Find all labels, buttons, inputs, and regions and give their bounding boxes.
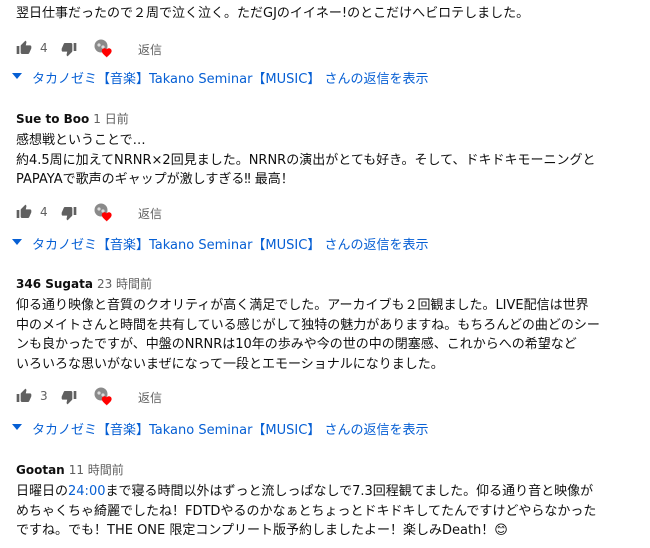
chevron-down-icon <box>12 73 22 79</box>
comment-timestamp[interactable]: 23 時間前 <box>97 277 152 291</box>
thumb-down-icon[interactable] <box>61 205 77 221</box>
like-count: 4 <box>40 204 48 219</box>
comment-text: 日曜日の24:00まで寝る時間以外はずっと流しっぱなしで7.3回程観てました。仰… <box>16 484 597 538</box>
comment-4: Gootan 11 時間前 日曜日の24:00まで寝る時間以外はずっと流しっぱなし… <box>16 462 644 541</box>
comment-2: Sue to Boo 1 日前 感想戦ということで… 約4.5周に加えてNRNR×… <box>16 111 644 224</box>
author-name[interactable]: 346 Sugata <box>16 277 93 291</box>
reply-button[interactable]: 返信 <box>138 205 162 222</box>
thumb-down-icon[interactable] <box>61 389 77 405</box>
chevron-down-icon <box>12 239 22 245</box>
comment-timestamp[interactable]: 11 時間前 <box>69 463 124 477</box>
comment-actions: 4 返信 <box>16 202 644 224</box>
comment-header: Sue to Boo 1 日前 <box>16 111 644 127</box>
comment-1: 翌日仕事だったので２周で泣く泣く。ただGJのイイネー!のとこだけへビロテしました… <box>16 4 644 60</box>
thumb-up-icon[interactable] <box>16 40 32 56</box>
thumb-down-icon[interactable] <box>61 41 77 57</box>
comment-header: Gootan 11 時間前 <box>16 462 644 478</box>
like-count: 3 <box>40 389 48 403</box>
comment-3: 346 Sugata 23 時間前 仰る通り映像と音質のクオリティが高く満足でした… <box>16 276 644 408</box>
comment-text: 感想戦ということで… 約4.5周に加えてNRNR×2回見ました。NRNRの演出が… <box>16 133 596 187</box>
creator-heart-icon <box>94 387 112 406</box>
like-count: 4 <box>40 40 48 55</box>
view-replies-label: タカノゼミ【音楽】Takano Seminar【MUSIC】 さんの返信を表示 <box>32 238 429 253</box>
comment-timestamp[interactable]: 1 日前 <box>93 112 128 126</box>
comment-text: 翌日仕事だったので２周で泣く泣く。ただGJのイイネー!のとこだけへビロテしました… <box>16 6 530 21</box>
view-replies-label: タカノゼミ【音楽】Takano Seminar【MUSIC】 さんの返信を表示 <box>32 72 429 87</box>
thumb-up-icon[interactable] <box>16 204 32 220</box>
chevron-down-icon <box>12 424 22 430</box>
view-replies-label: タカノゼミ【音楽】Takano Seminar【MUSIC】 さんの返信を表示 <box>32 423 429 438</box>
comment-actions: 3 返信 <box>16 386 644 408</box>
comment-actions: 4 返信 <box>16 38 644 60</box>
timestamp-link[interactable]: 24:00 <box>68 484 105 499</box>
creator-heart-icon <box>94 203 112 221</box>
reply-button[interactable]: 返信 <box>138 389 162 406</box>
creator-heart-icon <box>94 39 112 57</box>
reply-button[interactable]: 返信 <box>138 41 162 58</box>
comment-header: 346 Sugata 23 時間前 <box>16 276 644 292</box>
author-name[interactable]: Gootan <box>16 463 65 477</box>
thumb-up-icon[interactable] <box>16 388 32 404</box>
comment-text: 仰る通り映像と音質のクオリティが高く満足でした。アーカイブも２回観ました。LIV… <box>16 298 600 372</box>
author-name[interactable]: Sue to Boo <box>16 112 89 126</box>
